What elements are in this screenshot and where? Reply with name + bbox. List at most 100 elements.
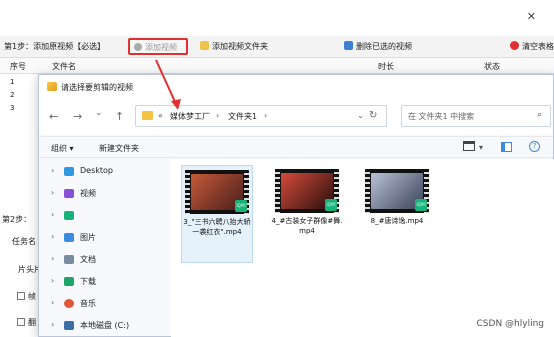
folder-icon	[142, 111, 153, 120]
delete-video-icon	[344, 41, 353, 50]
chevron-right-icon: ›	[51, 232, 55, 241]
breadcrumb-item[interactable]: 文件夹1	[228, 111, 257, 122]
sidebar-item-local-disk[interactable]: › 本地磁盘 (C:)	[39, 315, 169, 337]
preview-pane-icon[interactable]	[501, 142, 512, 152]
step1-label: 第1步：添加原视频【必选】	[4, 42, 106, 51]
back-icon[interactable]: ←	[49, 110, 58, 123]
chevron-right-icon: ›	[51, 188, 55, 197]
breadcrumb-overflow[interactable]: «	[158, 111, 163, 120]
chevron-down-icon[interactable]: ⌄	[357, 111, 364, 120]
table-row[interactable]: 2	[10, 91, 14, 99]
sidebar-item-pictures[interactable]: › 图片	[39, 227, 169, 249]
frame-checkbox-label: 帧	[28, 292, 36, 301]
iqiyi-badge-icon: iQIYI	[415, 199, 427, 211]
dialog-titlebar: 请选择要剪辑的视频	[39, 75, 553, 99]
file-name: 8_#唐诗逸.mp4	[370, 217, 424, 225]
recent-dropdown-icon[interactable]: ⌄	[95, 108, 103, 118]
clear-list-button[interactable]: 清空表格	[510, 41, 554, 52]
window-close-button[interactable]: ✕	[527, 10, 536, 23]
address-bar[interactable]: « 媒体梦工厂 › 文件夹1 › ⌄	[135, 105, 387, 127]
col-duration: 时长	[378, 62, 394, 71]
watermark: CSDN @hlyling	[476, 319, 544, 329]
file-item[interactable]: iQIYI 4_#古装女子群像#舞.mp4	[271, 165, 343, 236]
help-icon[interactable]: ?	[529, 141, 540, 152]
file-item[interactable]: iQIYI 8_#唐诗逸.mp4	[361, 165, 433, 226]
forward-icon[interactable]: →	[73, 110, 82, 123]
breadcrumb-separator: ›	[264, 111, 268, 120]
drive-icon	[64, 321, 74, 330]
chevron-right-icon: ›	[51, 254, 55, 263]
sidebar-item-label: 视频	[80, 189, 96, 198]
col-status: 状态	[484, 62, 500, 71]
up-folder-icon[interactable]: ↑	[115, 110, 124, 123]
add-folder-button[interactable]: 添加视频文件夹	[200, 41, 268, 52]
task-name-label: 任务名	[12, 237, 36, 246]
step2-label: 第2步：	[2, 215, 32, 224]
documents-icon	[64, 255, 74, 264]
refresh-icon[interactable]: ↻	[369, 110, 377, 121]
sidebar-item-label: 音乐	[80, 299, 96, 308]
sidebar-item-music[interactable]: › 音乐	[39, 293, 169, 315]
search-placeholder: 在 文件夹1 中搜索	[408, 112, 475, 121]
delete-selected-label: 删除已选的视频	[356, 42, 412, 51]
app-titlebar	[0, 0, 554, 36]
sidebar-item-label: 下载	[80, 277, 96, 286]
sidebar-item-downloads[interactable]: › 下载	[39, 271, 169, 293]
sidebar-item-label: Desktop	[80, 166, 113, 175]
add-video-label: 添加视频	[145, 43, 177, 52]
clear-icon	[510, 41, 519, 50]
file-name: 4_#古装女子群像#舞.mp4	[271, 217, 343, 235]
desktop-icon	[64, 167, 74, 176]
video-thumbnail: iQIYI	[365, 169, 429, 213]
film-perforation	[185, 170, 190, 214]
main-toolbar: 第1步：添加原视频【必选】 添加视频文件夹 删除已选的视频 清空表格	[0, 36, 554, 58]
breadcrumb-item[interactable]: 媒体梦工厂	[170, 111, 210, 122]
video-thumbnail: iQIYI	[275, 169, 339, 213]
app-icon	[47, 82, 57, 91]
navigation-pane: › Desktop › 视频 › › 图片 › 文档 › 下载 › 音乐 › 本地磁盘 (C:…	[39, 159, 169, 337]
flip-checkbox[interactable]	[17, 318, 25, 326]
sidebar-item-iqiyi[interactable]: ›	[39, 205, 169, 227]
sidebar-item-label: 本地磁盘 (C:)	[80, 321, 130, 330]
table-row[interactable]: 3	[10, 104, 14, 112]
chevron-right-icon: ›	[51, 298, 55, 307]
add-folder-label: 添加视频文件夹	[212, 42, 268, 51]
file-list-pane: iQIYI 3_"三书六聘八抬大轿一袭红衣".mp4 iQIYI 4_#古装女子…	[171, 159, 554, 337]
pictures-icon	[64, 233, 74, 242]
add-circle-icon	[134, 43, 142, 51]
command-bar: 组织 ▾ 新建文件夹 ▾ ?	[39, 136, 553, 158]
sidebar-item-documents[interactable]: › 文档	[39, 249, 169, 271]
view-dropdown-icon[interactable]: ▾	[479, 143, 483, 152]
col-filename: 文件名	[52, 62, 76, 71]
chevron-right-icon: ›	[51, 166, 55, 175]
search-icon: ⌕	[536, 110, 542, 120]
add-video-button[interactable]: 添加视频	[128, 38, 188, 55]
iqiyi-icon	[64, 211, 74, 220]
music-icon	[64, 299, 74, 308]
view-mode-icon[interactable]	[463, 141, 475, 151]
sidebar-item-videos[interactable]: › 视频	[39, 183, 169, 205]
delete-selected-button[interactable]: 删除已选的视频	[344, 41, 412, 52]
film-perforation	[365, 169, 370, 213]
sidebar-item-label: 文档	[80, 255, 96, 264]
iqiyi-badge-icon: iQIYI	[325, 199, 337, 211]
sidebar-item-desktop[interactable]: › Desktop	[39, 161, 169, 183]
file-name: 3_"三书六聘八抬大轿一袭红衣".mp4	[183, 218, 251, 236]
film-perforation	[275, 169, 280, 213]
chevron-right-icon: ›	[51, 276, 55, 285]
organize-menu[interactable]: 组织 ▾	[51, 143, 74, 154]
frame-checkbox[interactable]	[17, 292, 25, 300]
video-thumbnail: iQIYI	[185, 170, 249, 214]
col-index: 序号	[10, 62, 26, 71]
iqiyi-badge-icon: iQIYI	[235, 200, 247, 212]
clear-list-label: 清空表格	[522, 42, 554, 51]
file-open-dialog: 请选择要剪辑的视频 ← → ⌄ ↑ « 媒体梦工厂 › 文件夹1 › ⌄ ↻ 在…	[38, 74, 554, 337]
folder-add-icon	[200, 41, 209, 50]
new-folder-button[interactable]: 新建文件夹	[99, 143, 139, 154]
search-input[interactable]: 在 文件夹1 中搜索 ⌕	[401, 105, 551, 127]
table-row[interactable]: 1	[10, 78, 14, 86]
file-item[interactable]: iQIYI 3_"三书六聘八抬大轿一袭红衣".mp4	[181, 165, 253, 263]
chevron-right-icon: ›	[51, 320, 55, 329]
dialog-title: 请选择要剪辑的视频	[61, 83, 133, 92]
video-icon	[64, 189, 74, 198]
